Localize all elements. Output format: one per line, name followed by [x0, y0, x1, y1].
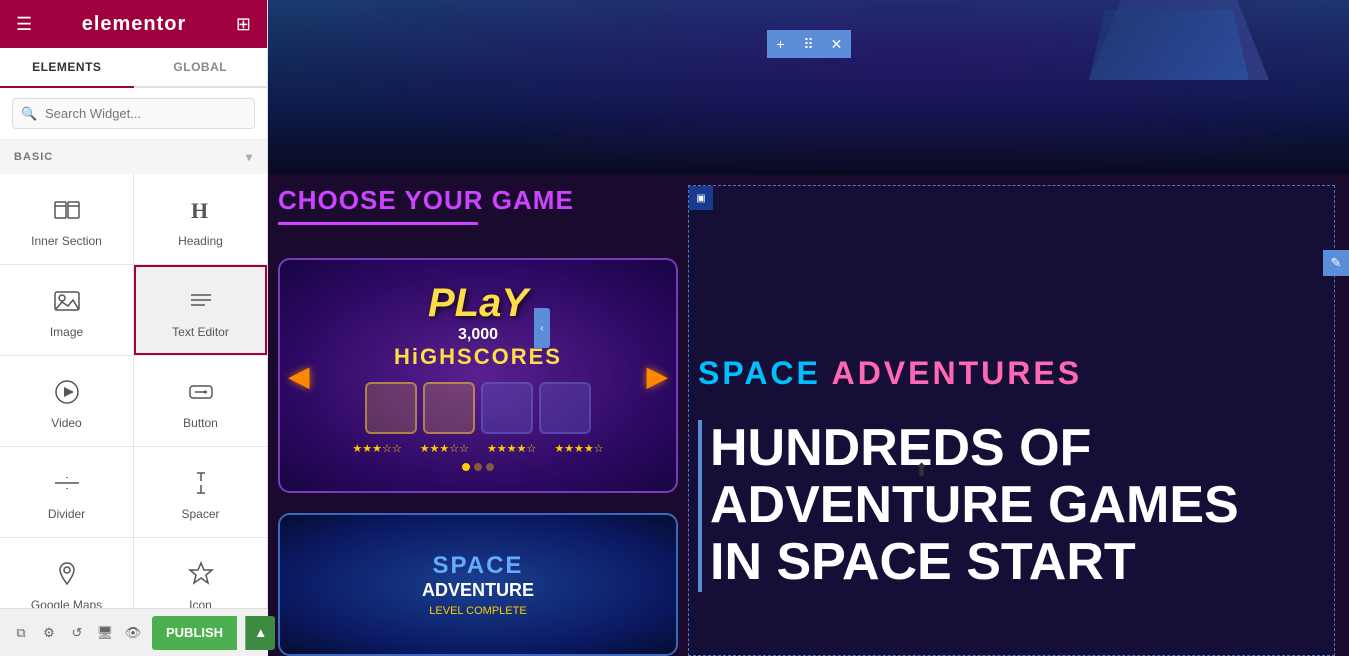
widget-heading[interactable]: H Heading [134, 174, 267, 264]
responsive-icon[interactable]: 🖥 [94, 622, 116, 644]
main-content: + ⠿ ✕ ‹ CHOOSE YOUR GAME ◀ PLaY 3,000 Hi… [268, 0, 1349, 656]
move-element-button[interactable]: ⠿ [795, 30, 823, 58]
choose-underline [278, 222, 478, 225]
image-icon [51, 285, 83, 317]
big-heading-line3: IN SPACE START [710, 534, 1335, 591]
widget-button-label: Button [183, 416, 218, 430]
add-element-button[interactable]: + [767, 30, 795, 58]
history-icon[interactable]: ↺ [66, 622, 88, 644]
adventures-text: ADVENTURES [832, 355, 1082, 391]
widget-text-editor-label: Text Editor [172, 325, 229, 339]
video-icon [51, 376, 83, 408]
sidebar-tabs: ELEMENTS GLOBAL [0, 48, 267, 88]
widget-button[interactable]: Button [134, 356, 267, 446]
widget-inner-section[interactable]: Inner Section [0, 174, 133, 264]
widget-spacer[interactable]: Spacer [134, 447, 267, 537]
game-card-play: ◀ PLaY 3,000 HiGHSCORES ★★★☆☆ ★★★☆☆ ★★★★… [278, 258, 678, 493]
section-label-text: BASIC [14, 151, 53, 163]
delete-element-button[interactable]: ✕ [823, 30, 851, 58]
google-maps-icon [51, 558, 83, 590]
widget-divider[interactable]: Divider [0, 447, 133, 537]
game-card-play-inner: ◀ PLaY 3,000 HiGHSCORES ★★★☆☆ ★★★☆☆ ★★★★… [280, 260, 676, 491]
grid-icon[interactable]: ⊞ [236, 14, 251, 35]
big-heading-line1: HUNDREDS OF [710, 420, 1335, 477]
layers-icon[interactable]: ⧉ [10, 622, 32, 644]
sidebar-bottom-bar: ⧉ ⚙ ↺ 🖥 👁 PUBLISH ▲ [0, 608, 268, 656]
game-card-space-inner: SPACE ADVENTURE LEVEL COMPLETE [280, 515, 676, 654]
hamburger-menu-icon[interactable]: ☰ [16, 14, 32, 35]
eye-icon[interactable]: 👁 [122, 622, 144, 644]
publish-button[interactable]: PUBLISH [152, 616, 237, 650]
sidebar: ☰ elementor ⊞ ELEMENTS GLOBAL 🔍 BASIC ▾ … [0, 0, 268, 656]
section-label: BASIC ▾ [0, 140, 267, 174]
section-toolbar: + ⠿ ✕ [767, 30, 851, 58]
space-text: SPACE [698, 355, 821, 391]
heading-icon: H [185, 194, 217, 226]
space-adventures-heading: SPACE ADVENTURES [698, 355, 1082, 392]
bottom-icon-row: ⧉ ⚙ ↺ 🖥 👁 [10, 622, 144, 644]
top-hero-area [268, 0, 1349, 175]
widget-grid-container: Inner Section H Heading Image [0, 174, 267, 656]
widget-image-label: Image [50, 325, 83, 339]
big-heading-line2: ADVENTURE GAMES [710, 477, 1335, 534]
widget-spacer-label: Spacer [181, 507, 219, 521]
edit-element-button[interactable]: ✎ [1323, 250, 1349, 276]
widget-divider-label: Divider [48, 507, 85, 521]
game-prev-arrow-icon[interactable]: ◀ [288, 359, 310, 392]
widget-heading-label: Heading [178, 234, 223, 248]
elementor-logo: elementor [82, 13, 187, 36]
text-editor-icon [185, 285, 217, 317]
search-bar: 🔍 [0, 88, 267, 140]
chevron-down-icon[interactable]: ▾ [246, 150, 253, 164]
icon-icon [185, 558, 217, 590]
widget-grid: Inner Section H Heading Image [0, 174, 267, 628]
big-heading-text: HUNDREDS OF ADVENTURE GAMES IN SPACE STA… [698, 420, 1335, 592]
collapse-sidebar-button[interactable]: ‹ [534, 308, 550, 348]
button-icon [185, 376, 217, 408]
svg-text:H: H [191, 198, 208, 223]
game-card-space: SPACE ADVENTURE LEVEL COMPLETE [278, 513, 678, 656]
widget-video[interactable]: Video [0, 356, 133, 446]
game-next-arrow-icon[interactable]: ▶ [646, 359, 668, 392]
widget-inner-section-label: Inner Section [31, 234, 102, 248]
tab-global[interactable]: GLOBAL [134, 48, 268, 86]
search-icon: 🔍 [21, 106, 37, 122]
widget-video-label: Video [51, 416, 81, 430]
inner-section-icon [51, 194, 83, 226]
publish-dropdown-button[interactable]: ▲ [245, 616, 275, 650]
sidebar-header: ☰ elementor ⊞ [0, 0, 267, 48]
spacer-icon [185, 467, 217, 499]
widget-image[interactable]: Image [0, 265, 133, 355]
search-input[interactable] [12, 98, 255, 129]
settings-icon[interactable]: ⚙ [38, 622, 60, 644]
widget-text-editor[interactable]: Text Editor [134, 265, 267, 355]
choose-game-heading: CHOOSE YOUR GAME [278, 185, 574, 216]
tab-elements[interactable]: ELEMENTS [0, 48, 134, 88]
column-handle-icon[interactable]: ▣ [689, 186, 713, 210]
divider-icon [51, 467, 83, 499]
